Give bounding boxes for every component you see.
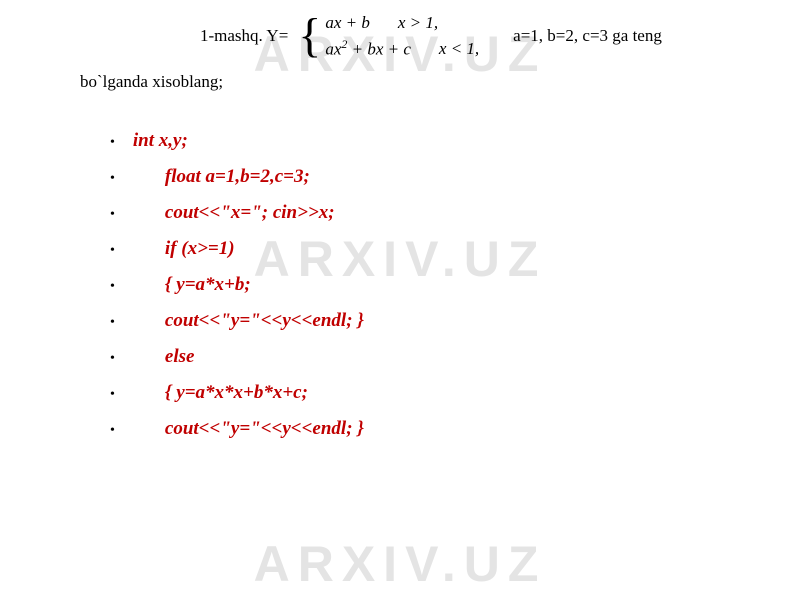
- piecewise-cases: ax + b x > 1, ax2 + bx + c x < 1,: [325, 10, 479, 62]
- code-block: • int x,y; • float a=1,b=2,c=3; • cout<<…: [0, 100, 800, 440]
- code-text: float a=1,b=2,c=3;: [165, 166, 310, 188]
- piecewise-row-2: ax2 + bx + c x < 1,: [325, 36, 479, 62]
- code-line: • cout<<"x="; cin>>x;: [110, 202, 800, 224]
- code-text: { y=a*x+b;: [165, 274, 251, 296]
- bullet-icon: •: [110, 171, 115, 187]
- code-text: else: [165, 346, 195, 368]
- problem-prefix: 1-mashq. Y=: [200, 22, 288, 49]
- problem-line-2: bo`lganda xisoblang;: [80, 62, 720, 95]
- code-line: • float a=1,b=2,c=3;: [110, 166, 800, 188]
- bullet-icon: •: [110, 207, 115, 223]
- code-text: cout<<"y="<<y<<endl; }: [165, 418, 364, 440]
- piece2-expr: ax2 + bx + c: [325, 36, 411, 62]
- piece1-cond: x > 1,: [398, 10, 438, 36]
- piece1-expr: ax + b: [325, 10, 370, 36]
- code-text: { y=a*x*x+b*x+c;: [165, 382, 308, 404]
- piecewise-brace: { ax + b x > 1, ax2 + bx + c x < 1,: [298, 10, 479, 62]
- code-text: int x,y;: [133, 130, 188, 152]
- problem-line-1: 1-mashq. Y= { ax + b x > 1, ax2 + bx + c…: [80, 10, 720, 62]
- code-text: cout<<"y="<<y<<endl; }: [165, 310, 364, 332]
- code-line: • if (x>=1): [110, 238, 800, 260]
- code-line: • int x,y;: [110, 130, 800, 152]
- left-brace-icon: {: [298, 12, 321, 60]
- problem-statement: 1-mashq. Y= { ax + b x > 1, ax2 + bx + c…: [0, 0, 800, 100]
- code-line: • cout<<"y="<<y<<endl; }: [110, 310, 800, 332]
- bullet-icon: •: [110, 387, 115, 403]
- code-text: cout<<"x="; cin>>x;: [165, 202, 335, 224]
- problem-suffix: a=1, b=2, c=3 ga teng: [513, 22, 662, 49]
- bullet-icon: •: [110, 279, 115, 295]
- piecewise-row-1: ax + b x > 1,: [325, 10, 479, 36]
- bullet-icon: •: [110, 315, 115, 331]
- bullet-icon: •: [110, 243, 115, 259]
- bullet-icon: •: [110, 423, 115, 439]
- code-line: • { y=a*x+b;: [110, 274, 800, 296]
- bullet-icon: •: [110, 135, 115, 151]
- code-text: if (x>=1): [165, 238, 235, 260]
- bullet-icon: •: [110, 351, 115, 367]
- code-line: • { y=a*x*x+b*x+c;: [110, 382, 800, 404]
- piece2-cond: x < 1,: [439, 36, 479, 62]
- code-line: • else: [110, 346, 800, 368]
- content-area: 1-mashq. Y= { ax + b x > 1, ax2 + bx + c…: [0, 0, 800, 440]
- watermark-bottom: ARXIV.UZ: [254, 535, 547, 593]
- code-line: • cout<<"y="<<y<<endl; }: [110, 418, 800, 440]
